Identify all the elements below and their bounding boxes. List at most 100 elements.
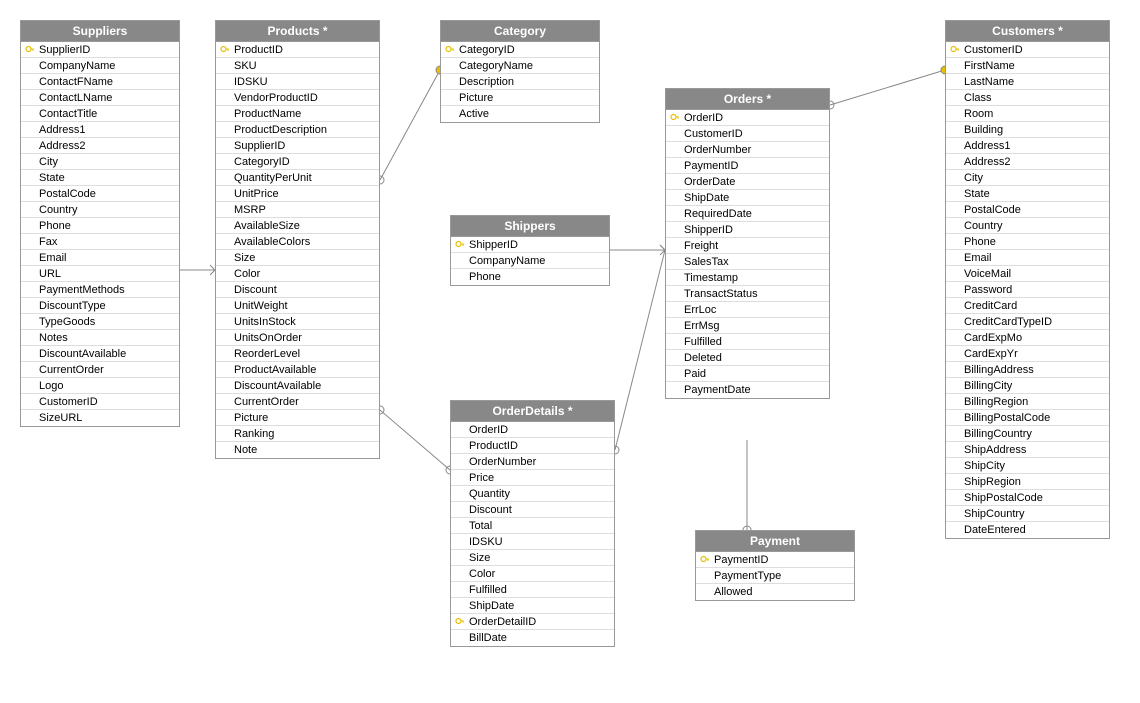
table-orders[interactable]: Orders *OrderIDCustomerIDOrderNumberPaym… — [665, 88, 830, 399]
field-name: Discount — [232, 284, 277, 296]
table-row: RequiredDate — [666, 206, 829, 222]
field-name: Color — [467, 568, 495, 580]
field-name: ProductDescription — [232, 124, 327, 136]
table-row: PaymentID — [666, 158, 829, 174]
table-orderdetails[interactable]: OrderDetails *OrderIDProductIDOrderNumbe… — [450, 400, 615, 647]
field-name: DateEntered — [962, 524, 1026, 536]
table-payment-header: Payment — [696, 531, 854, 551]
field-name: PaymentDate — [682, 384, 751, 396]
table-row: ShipperID — [666, 222, 829, 238]
table-shippers-header: Shippers — [451, 216, 609, 236]
table-row: Size — [216, 250, 379, 266]
table-row: BillingRegion — [946, 394, 1109, 410]
pk-icon — [948, 45, 962, 55]
table-row: Building — [946, 122, 1109, 138]
field-name: Size — [467, 552, 490, 564]
table-row: UnitsOnOrder — [216, 330, 379, 346]
table-row: SupplierID — [21, 42, 179, 58]
table-row: City — [946, 170, 1109, 186]
field-name: UnitsOnOrder — [232, 332, 302, 344]
field-name: Picture — [457, 92, 493, 104]
table-row: PostalCode — [21, 186, 179, 202]
field-name: CustomerID — [37, 396, 98, 408]
pk-icon — [453, 617, 467, 627]
table-row: Phone — [451, 269, 609, 285]
table-row: BillingCountry — [946, 426, 1109, 442]
table-row: Logo — [21, 378, 179, 394]
table-row: SKU — [216, 58, 379, 74]
field-name: ShipDate — [467, 600, 514, 612]
table-row: ErrMsg — [666, 318, 829, 334]
diagram-canvas: SuppliersSupplierIDCompanyNameContactFNa… — [0, 0, 1140, 703]
table-customers-header: Customers * — [946, 21, 1109, 41]
field-name: SKU — [232, 60, 257, 72]
field-name: Class — [962, 92, 992, 104]
table-category[interactable]: CategoryCategoryIDCategoryNameDescriptio… — [440, 20, 600, 123]
table-row: ErrLoc — [666, 302, 829, 318]
field-name: DiscountAvailable — [232, 380, 321, 392]
table-row: Discount — [216, 282, 379, 298]
table-row: Ranking — [216, 426, 379, 442]
table-row: Quantity — [451, 486, 614, 502]
table-row: OrderID — [666, 110, 829, 126]
pk-icon — [23, 45, 37, 55]
field-name: PaymentID — [682, 160, 738, 172]
field-name: CategoryID — [457, 44, 515, 56]
table-products[interactable]: Products *ProductIDSKUIDSKUVendorProduct… — [215, 20, 380, 459]
field-name: PaymentMethods — [37, 284, 125, 296]
table-row: Address2 — [946, 154, 1109, 170]
table-row: CurrentOrder — [21, 362, 179, 378]
table-row: PaymentDate — [666, 382, 829, 398]
table-row: Country — [21, 202, 179, 218]
table-row: ContactTitle — [21, 106, 179, 122]
field-name: CurrentOrder — [232, 396, 299, 408]
table-row: Total — [451, 518, 614, 534]
table-row: Phone — [946, 234, 1109, 250]
table-row: UnitsInStock — [216, 314, 379, 330]
table-row: CardExpMo — [946, 330, 1109, 346]
field-name: OrderDate — [682, 176, 735, 188]
table-orders-body: OrderID CustomerID OrderNumber PaymentID Ord… — [666, 109, 829, 398]
table-row: PostalCode — [946, 202, 1109, 218]
field-name: SupplierID — [37, 44, 90, 56]
field-name: IDSKU — [232, 76, 268, 88]
field-name: ProductAvailable — [232, 364, 316, 376]
field-name: Address2 — [962, 156, 1010, 168]
table-row: Active — [441, 106, 599, 122]
field-name: ShipCountry — [962, 508, 1025, 520]
table-row: ShipDate — [451, 598, 614, 614]
table-row: OrderNumber — [451, 454, 614, 470]
table-row: DateEntered — [946, 522, 1109, 538]
field-name: Password — [962, 284, 1012, 296]
field-name: CompanyName — [467, 255, 545, 267]
field-name: Email — [37, 252, 67, 264]
field-name: Fulfilled — [467, 584, 507, 596]
table-row: DiscountAvailable — [21, 346, 179, 362]
table-row: CardExpYr — [946, 346, 1109, 362]
field-name: DiscountAvailable — [37, 348, 126, 360]
field-name: CustomerID — [682, 128, 743, 140]
table-row: URL — [21, 266, 179, 282]
field-name: CompanyName — [37, 60, 115, 72]
table-row: BillingAddress — [946, 362, 1109, 378]
field-name: AvailableSize — [232, 220, 300, 232]
field-name: ContactLName — [37, 92, 112, 104]
table-row: Notes — [21, 330, 179, 346]
field-name: Active — [457, 108, 489, 120]
table-row: Timestamp — [666, 270, 829, 286]
table-row: Fax — [21, 234, 179, 250]
pk-icon — [668, 113, 682, 123]
table-row: Color — [216, 266, 379, 282]
table-row: OrderNumber — [666, 142, 829, 158]
table-row: Email — [21, 250, 179, 266]
field-name: Country — [962, 220, 1003, 232]
table-suppliers[interactable]: SuppliersSupplierIDCompanyNameContactFNa… — [20, 20, 180, 427]
field-name: ShipAddress — [962, 444, 1026, 456]
table-row: ContactLName — [21, 90, 179, 106]
table-payment[interactable]: PaymentPaymentIDPaymentTypeAllowed — [695, 530, 855, 601]
field-name: ProductID — [467, 440, 518, 452]
table-customers[interactable]: Customers *CustomerIDFirstNameLastNameCl… — [945, 20, 1110, 539]
field-name: ErrLoc — [682, 304, 716, 316]
table-shippers[interactable]: ShippersShipperIDCompanyNamePhone — [450, 215, 610, 286]
field-name: Address1 — [962, 140, 1010, 152]
